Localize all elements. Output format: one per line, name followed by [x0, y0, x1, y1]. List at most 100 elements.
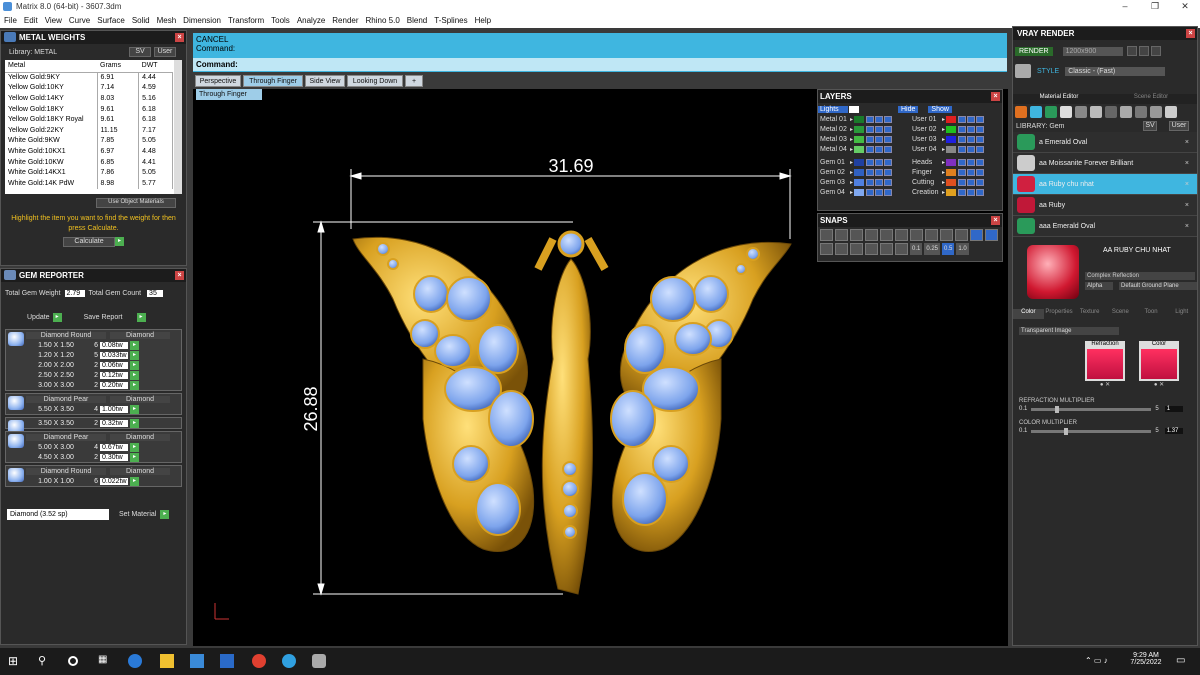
layer-lock-icon[interactable]: [875, 178, 884, 186]
subtab-toon[interactable]: Toon: [1135, 309, 1167, 319]
maximize-icon[interactable]: ❐: [1140, 0, 1170, 13]
tab-looking-down[interactable]: Looking Down: [347, 75, 403, 87]
layer-arrow-icon[interactable]: ▸: [942, 146, 945, 153]
file-explorer-icon[interactable]: [160, 654, 174, 668]
layer-visible-icon[interactable]: [866, 188, 875, 196]
layer-current-icon[interactable]: [976, 115, 985, 123]
gem-size-row[interactable]: 1.50 X 1.50 6 0.08tw ▸: [26, 340, 181, 350]
material-tool-icon[interactable]: [1015, 106, 1027, 118]
layer-row[interactable]: Gem 03 ▸: [818, 177, 910, 187]
layer-visible-icon[interactable]: [958, 135, 967, 143]
widgets-icon[interactable]: ▦: [98, 654, 112, 668]
snap-tool-icon[interactable]: [850, 229, 863, 241]
layer-lock-icon[interactable]: [967, 145, 976, 153]
layer-arrow-icon[interactable]: ▸: [942, 159, 945, 166]
layer-arrow-icon[interactable]: ▸: [850, 146, 853, 153]
layer-current-icon[interactable]: [976, 168, 985, 176]
tab-side-view[interactable]: Side View: [305, 75, 345, 87]
layer-color-swatch[interactable]: [854, 178, 865, 186]
menu-item-transform[interactable]: Transform: [228, 16, 264, 25]
menu-item-tools[interactable]: Tools: [271, 16, 290, 25]
menu-item-blend[interactable]: Blend: [407, 16, 427, 25]
gem-select-icon[interactable]: ▸: [130, 442, 139, 452]
menu-item-analyze[interactable]: Analyze: [297, 16, 325, 25]
gem-size-row[interactable]: 1.00 X 1.00 6 0.022tw ▸: [26, 476, 181, 486]
layer-arrow-icon[interactable]: ▸: [850, 189, 853, 196]
menu-item-surface[interactable]: Surface: [97, 16, 125, 25]
color-slider[interactable]: [1031, 427, 1152, 435]
layer-visible-icon[interactable]: [958, 168, 967, 176]
table-row[interactable]: Yellow Gold:22KY 11.15 7.17: [5, 124, 173, 136]
material-tool-icon[interactable]: [1090, 106, 1102, 118]
table-row[interactable]: Yellow Gold:18KY Royal 9.61 6.18: [5, 114, 173, 125]
app-icon[interactable]: [282, 654, 296, 668]
layer-current-icon[interactable]: [976, 145, 985, 153]
gem-select-icon[interactable]: ▸: [130, 380, 139, 390]
layer-visible-icon[interactable]: [866, 145, 875, 153]
snap-increment[interactable]: 0.5: [942, 243, 955, 255]
layer-row[interactable]: Metal 03 ▸: [818, 134, 910, 144]
snap-tool-icon[interactable]: [865, 229, 878, 241]
sv-button[interactable]: SV: [129, 47, 151, 57]
layer-current-icon[interactable]: [884, 168, 893, 176]
snap-tool-icon[interactable]: [835, 243, 848, 255]
gem-select-icon[interactable]: ▸: [130, 360, 139, 370]
gem-size-row[interactable]: 3.00 X 3.00 2 0.20tw ▸: [26, 380, 181, 390]
gem-select-icon[interactable]: ▸: [130, 370, 139, 380]
layer-color-swatch[interactable]: [854, 168, 865, 176]
layer-row[interactable]: Metal 02 ▸: [818, 124, 910, 134]
sv-button[interactable]: SV: [1143, 121, 1157, 131]
layer-lock-icon[interactable]: [967, 158, 976, 166]
command-input[interactable]: Command:: [193, 58, 1007, 71]
gem-size-row[interactable]: 2.50 X 2.50 2 0.12tw ▸: [26, 370, 181, 380]
layer-arrow-icon[interactable]: ▸: [850, 169, 853, 176]
layer-color-swatch[interactable]: [946, 145, 957, 153]
layer-visible-icon[interactable]: [866, 135, 875, 143]
material-tool-icon[interactable]: [1135, 106, 1147, 118]
layer-current-icon[interactable]: [884, 115, 893, 123]
transparent-image-select[interactable]: Transparent Image: [1019, 327, 1119, 335]
table-row[interactable]: White Gold:9KW 7.85 5.05: [5, 135, 173, 147]
use-object-materials-button[interactable]: Use Object Materials: [96, 198, 176, 208]
gem-size-row[interactable]: 4.50 X 3.00 2 0.30tw ▸: [26, 452, 181, 462]
notification-icon[interactable]: ▭: [1176, 655, 1185, 666]
layer-row[interactable]: User 03 ▸: [910, 134, 1002, 144]
table-row[interactable]: Yellow Gold:14KY 8.03 5.16: [5, 93, 173, 104]
layer-visible-icon[interactable]: [958, 115, 967, 123]
set-material-go-icon[interactable]: ▸: [160, 510, 170, 519]
menu-item-rhino-5-0[interactable]: Rhino 5.0: [366, 16, 400, 25]
chrome-icon[interactable]: [252, 654, 266, 668]
layer-lock-icon[interactable]: [967, 178, 976, 186]
lights-swatch[interactable]: [849, 105, 859, 113]
snap-tool-icon[interactable]: [940, 229, 953, 241]
update-button[interactable]: Update: [27, 314, 50, 321]
layer-arrow-icon[interactable]: ▸: [850, 179, 853, 186]
render-button[interactable]: RENDER: [1015, 46, 1053, 56]
search-icon[interactable]: ⚲: [38, 654, 52, 668]
close-icon[interactable]: ×: [175, 33, 184, 42]
gem-select-icon[interactable]: ▸: [130, 452, 139, 462]
menu-item-edit[interactable]: Edit: [24, 16, 38, 25]
remove-material-icon[interactable]: ×: [1185, 202, 1189, 209]
layer-lock-icon[interactable]: [967, 135, 976, 143]
subtab-texture[interactable]: Texture: [1074, 309, 1106, 319]
style-select[interactable]: Classic - (Fast): [1065, 66, 1166, 76]
metal-scrollbar[interactable]: [174, 60, 182, 194]
layer-arrow-icon[interactable]: ▸: [850, 116, 853, 123]
layer-lock-icon[interactable]: [967, 188, 976, 196]
layer-arrow-icon[interactable]: ▸: [942, 189, 945, 196]
layer-color-swatch[interactable]: [854, 158, 865, 166]
layer-current-icon[interactable]: [884, 135, 893, 143]
matrix-icon[interactable]: [312, 654, 326, 668]
save-report-button[interactable]: Save Report: [84, 314, 123, 321]
gem-select-icon[interactable]: ▸: [130, 404, 139, 414]
layer-row[interactable]: Gem 01 ▸: [818, 157, 910, 167]
layer-lock-icon[interactable]: [875, 188, 884, 196]
clock[interactable]: 9:29 AM 7/25/2022: [1128, 652, 1164, 666]
mail-icon[interactable]: [220, 654, 234, 668]
tab-scene-editor[interactable]: Scene Editor: [1105, 94, 1197, 104]
snap-increment[interactable]: 1.0: [956, 243, 969, 255]
table-row[interactable]: White Gold:10KX1 6.97 4.48: [5, 146, 173, 157]
material-item[interactable]: aa Moissanite Forever Brilliant ×: [1013, 153, 1197, 174]
layer-visible-icon[interactable]: [866, 125, 875, 133]
